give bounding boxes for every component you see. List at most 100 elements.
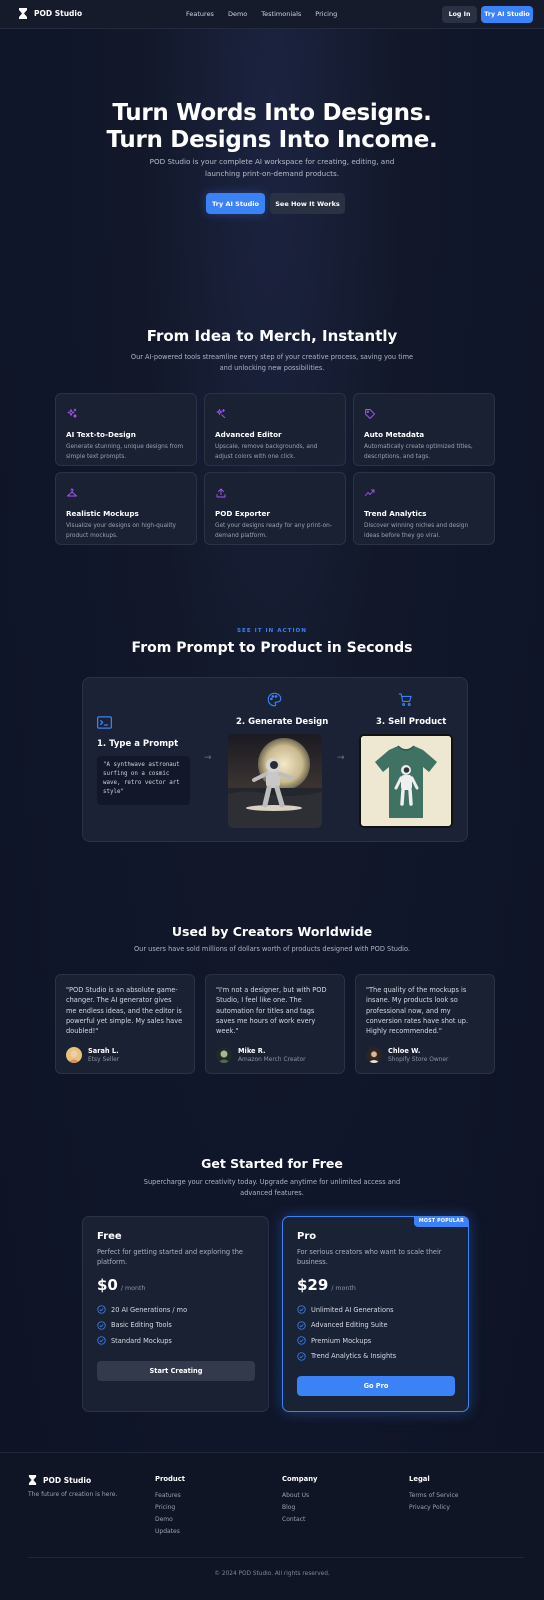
plan-name: Free <box>97 1231 122 1242</box>
top-nav: POD Studio Features Demo Testimonials Pr… <box>0 0 544 29</box>
footer-link-about[interactable]: About Us <box>282 1492 309 1499</box>
plan-desc: For serious creators who want to scale t… <box>297 1248 442 1267</box>
try-ai-studio-nav-button[interactable]: Try AI Studio <box>481 6 533 23</box>
hero-title-line2: Turn Designs Into Income. <box>106 127 438 153</box>
avatar <box>366 1047 382 1063</box>
check-circle-icon <box>297 1351 306 1361</box>
check-circle-icon <box>297 1320 306 1330</box>
tshirt-artwork <box>361 736 451 826</box>
see-how-it-works-button[interactable]: See How It Works <box>270 193 345 214</box>
feature-card-trend-analytics: Trend Analytics Discover winning niches … <box>353 472 495 545</box>
footer-link-terms[interactable]: Terms of Service <box>409 1492 458 1499</box>
hero-title: Turn Words Into Designs. Turn Designs In… <box>0 100 544 154</box>
logo-icon <box>28 1475 37 1485</box>
check-circle-icon <box>297 1336 306 1345</box>
brand-logo[interactable]: POD Studio <box>18 8 82 19</box>
plan-features: 20 AI Generations / mo Basic Editing Too… <box>97 1302 254 1349</box>
arrow-right-icon: → <box>204 753 212 763</box>
nav-link-demo[interactable]: Demo <box>228 10 247 18</box>
testimonial-name: Sarah L. <box>88 1047 119 1055</box>
feature-title: Advanced Editor <box>215 430 282 439</box>
plan-card-pro: MOST POPULAR Pro For serious creators wh… <box>282 1216 469 1412</box>
magic-wand-icon <box>216 409 226 419</box>
footer-link-privacy[interactable]: Privacy Policy <box>409 1504 450 1511</box>
footer-link-contact[interactable]: Contact <box>282 1516 305 1523</box>
feature-title: Realistic Mockups <box>66 509 139 518</box>
check-circle-icon <box>297 1305 306 1314</box>
plan-features: Unlimited AI Generations Advanced Editin… <box>297 1302 454 1364</box>
features-title: From Idea to Merch, Instantly <box>146 327 398 345</box>
price-amount: $0 <box>97 1275 118 1294</box>
plan-feature: Standard Mockups <box>97 1333 254 1349</box>
check-circle-icon <box>97 1336 106 1345</box>
generated-design-image <box>228 734 322 828</box>
feature-card-ai-text-to-design: AI Text-to-Design Generate stunning, uni… <box>55 393 197 466</box>
footer-brand[interactable]: POD Studio <box>28 1475 91 1485</box>
testimonial-card: "POD Studio is an absolute game-changer.… <box>55 974 195 1074</box>
check-circle-icon <box>97 1305 106 1314</box>
testimonials-title: Used by Creators Worldwide <box>171 924 373 939</box>
sparkles-icon <box>67 408 77 418</box>
tag-icon <box>365 409 375 419</box>
logo-icon <box>19 8 27 19</box>
price-period: / month <box>331 1284 356 1292</box>
testimonial-quote: "The quality of the mockups is insane. M… <box>366 986 469 1036</box>
footer-link-updates[interactable]: Updates <box>155 1528 180 1535</box>
nav-links: Features Demo Testimonials Pricing <box>186 10 351 18</box>
testimonial-author: Mike R. Amazon Merch Creator <box>216 1047 306 1063</box>
plan-name: Pro <box>297 1231 317 1242</box>
plan-feature-label: Unlimited AI Generations <box>311 1305 394 1314</box>
start-creating-button[interactable]: Start Creating <box>97 1361 255 1381</box>
price-amount: $29 <box>297 1275 329 1294</box>
nav-link-testimonials[interactable]: Testimonials <box>261 10 301 18</box>
brand-name: POD Studio <box>34 9 83 18</box>
upload-icon <box>216 488 226 498</box>
astronaut-surfing-artwork <box>228 734 322 828</box>
plan-price: $0 / month <box>97 1276 254 1294</box>
pricing-subtitle: Supercharge your creativity today. Upgra… <box>143 1178 401 1197</box>
try-ai-studio-hero-button[interactable]: Try AI Studio <box>206 193 265 214</box>
footer-link-features[interactable]: Features <box>155 1492 181 1499</box>
check-circle-icon <box>97 1320 106 1330</box>
plan-feature: Premium Mockups <box>297 1333 454 1349</box>
plan-feature-label: Trend Analytics & Insights <box>311 1352 397 1361</box>
testimonial-card: "I'm not a designer, but with POD Studio… <box>205 974 345 1074</box>
footer-link-blog[interactable]: Blog <box>282 1504 295 1511</box>
login-button[interactable]: Log In <box>442 6 477 23</box>
feature-card-realistic-mockups: Realistic Mockups Visualize your designs… <box>55 472 197 545</box>
plan-price: $29 / month <box>297 1276 454 1294</box>
footer-link-demo[interactable]: Demo <box>155 1516 173 1523</box>
testimonial-role: Amazon Merch Creator <box>238 1057 306 1063</box>
testimonials-subtitle: Our users have sold millions of dollars … <box>133 945 411 953</box>
feature-desc: Discover winning niches and design ideas… <box>364 523 469 539</box>
testimonial-card: "The quality of the mockups is insane. M… <box>355 974 495 1074</box>
footer-divider <box>28 1557 524 1558</box>
feature-desc: Upscale, remove backgrounds, and adjust … <box>215 444 318 460</box>
testimonial-author: Chloe W. Shopify Store Owner <box>366 1047 448 1063</box>
testimonial-role: Shopify Store Owner <box>388 1057 449 1063</box>
step-generate-design: 2. Generate Design <box>236 717 329 727</box>
pricing-title: Get Started for Free <box>201 1156 343 1171</box>
demo-title: From Prompt to Product in Seconds <box>131 640 413 656</box>
feature-desc: Automatically create optimized titles, d… <box>364 444 473 460</box>
testimonial-name: Chloe W. <box>388 1047 421 1055</box>
plan-feature: Trend Analytics & Insights <box>297 1348 454 1364</box>
plan-desc: Perfect for getting started and explorin… <box>97 1248 243 1267</box>
testimonial-quote: "I'm not a designer, but with POD Studio… <box>216 986 327 1036</box>
terminal-icon <box>97 716 112 729</box>
step-sell-product: 3. Sell Product <box>376 717 447 727</box>
testimonial-name: Mike R. <box>238 1047 266 1055</box>
feature-card-advanced-editor: Advanced Editor Upscale, remove backgrou… <box>204 393 346 466</box>
testimonial-author: Sarah L. Etsy Seller <box>66 1047 119 1063</box>
feature-title: Trend Analytics <box>364 509 427 518</box>
testimonial-quote: "POD Studio is an absolute game-changer.… <box>66 986 183 1036</box>
arrow-right-icon: → <box>337 753 345 763</box>
plan-card-free: Free Perfect for getting started and exp… <box>82 1216 269 1412</box>
palette-icon <box>267 692 282 707</box>
feature-desc: Visualize your designs on high-quality p… <box>66 523 176 539</box>
footer-link-pricing[interactable]: Pricing <box>155 1504 175 1511</box>
nav-link-pricing[interactable]: Pricing <box>315 10 337 18</box>
hero-title-line1: Turn Words Into Designs. <box>112 100 432 126</box>
nav-link-features[interactable]: Features <box>186 10 214 18</box>
go-pro-button[interactable]: Go Pro <box>297 1376 455 1396</box>
